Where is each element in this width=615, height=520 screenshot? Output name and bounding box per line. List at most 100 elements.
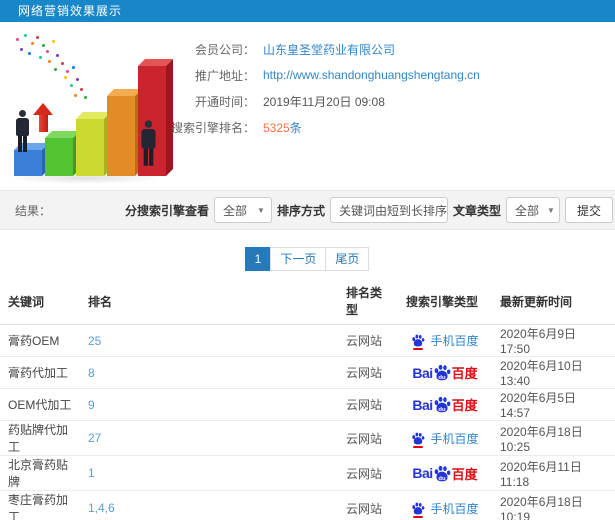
rank-type-cell: 云网站 [338, 388, 398, 421]
mobile-baidu-paw-icon [411, 432, 425, 448]
header-rank: 排名 [80, 278, 338, 325]
rank-link[interactable]: 1,4,6 [88, 501, 115, 515]
article-type-select[interactable]: 全部 ▼ [505, 197, 560, 223]
baidu-paw-icon: du [433, 465, 451, 482]
article-type-value: 全部 [514, 203, 539, 218]
mobile-baidu-logo: 手机百度 [411, 430, 479, 448]
mobile-baidu-text: 手机百度 [430, 501, 479, 516]
sort-filter-value: 关键词由短到长排序 [338, 203, 447, 218]
baidu-bai-text: Bai [412, 364, 433, 381]
baidu-bai-text: Bai [412, 465, 433, 481]
table-row: 膏药代加工 8 云网站 Bai du 百度 2020年6月10日 13:40 [0, 356, 615, 389]
marketing-chart-illustration [0, 28, 180, 188]
company-row: 会员公司： 山东皇圣堂药业有限公司 [160, 36, 480, 62]
baidu-logo: Bai du 百度 [412, 464, 477, 483]
mobile-baidu-logo: 手机百度 [411, 332, 479, 350]
table-row: 北京膏药贴牌 1 云网站 Bai du 百度 2020年6月11日 11:18 [0, 455, 615, 491]
rank-link[interactable]: 1 [88, 466, 95, 480]
rank-type-cell: 云网站 [338, 490, 398, 520]
header-engine-type: 搜索引擎类型 [398, 278, 492, 325]
open-time-label: 开通时间： [194, 94, 255, 109]
account-info-section: 会员公司： 山东皇圣堂药业有限公司 推广地址： http://www.shand… [0, 22, 615, 190]
engine-cell: 手机百度 [398, 324, 492, 357]
svg-text:du: du [438, 407, 446, 413]
keyword-cell: 北京膏药贴牌 [0, 455, 80, 491]
last-page-button[interactable]: 尾页 [325, 247, 370, 271]
filter-bar: 结果： 分搜索引擎查看 全部 ▼ 排序方式 关键词由短到长排序 ▼ 文章类型 全… [0, 190, 615, 230]
engine-cell: Bai du 百度 [398, 455, 492, 491]
next-page-button[interactable]: 下一页 [270, 247, 327, 271]
rank-type-cell: 云网站 [338, 455, 398, 491]
engine-cell: Bai du 百度 [398, 356, 492, 389]
businessman-left [16, 110, 29, 152]
baidu-logo: Bai du 百度 [412, 395, 477, 414]
mobile-baidu-paw-icon [411, 502, 425, 518]
svg-text:du: du [438, 475, 446, 481]
rank-type-cell: 云网站 [338, 356, 398, 389]
rank-type-cell: 云网站 [338, 324, 398, 357]
engine-filter-select[interactable]: 全部 ▼ [213, 197, 272, 223]
rank-link[interactable]: 9 [88, 398, 95, 412]
result-label: 结果： [15, 203, 52, 218]
promo-url-row: 推广地址： http://www.shandonghuangshengtang.… [160, 62, 480, 88]
chart-bar-green [45, 138, 73, 176]
mobile-baidu-paw-icon [411, 334, 425, 350]
rank-count-value: 5325 [263, 120, 290, 135]
keyword-cell: 枣庄膏药加工 [0, 490, 80, 520]
page-button-current[interactable]: 1 [244, 247, 272, 271]
promo-url-link[interactable]: http://www.shandonghuangshengtang.cn [263, 68, 480, 82]
results-table-body: 膏药OEM 25 云网站 手机百度 2020年6月9日 17:50 膏药代加工 … [0, 324, 615, 520]
engine-cell: 手机百度 [398, 420, 492, 456]
chart-bar-blue [14, 150, 42, 176]
update-time-cell: 2020年6月10日 13:40 [492, 356, 615, 389]
keyword-cell: 药贴牌代加工 [0, 420, 80, 456]
rank-count-label: 搜索引擎排名： [170, 120, 255, 135]
svg-text:du: du [438, 375, 446, 381]
engine-filter-value: 全部 [222, 203, 247, 218]
confetti-dots [6, 30, 9, 33]
rank-count-suffix: 条 [289, 120, 302, 135]
baidu-cn-text: 百度 [451, 466, 478, 482]
keyword-cell: OEM代加工 [0, 388, 80, 421]
page-title-bar: 网络营销效果展示 [0, 0, 615, 22]
chart-bar-orange [107, 96, 135, 176]
rank-link[interactable]: 25 [88, 334, 101, 348]
table-header-row: 关键词 排名 排名类型 搜索引擎类型 最新更新时间 [0, 278, 615, 325]
sort-filter-label: 排序方式 [276, 203, 325, 218]
baidu-cn-text: 百度 [451, 398, 478, 413]
mobile-baidu-logo: 手机百度 [411, 500, 479, 518]
submit-button[interactable]: 提交 [564, 197, 613, 223]
rank-type-cell: 云网站 [338, 420, 398, 456]
chevron-down-icon: ▼ [547, 205, 555, 215]
filter-controls: 分搜索引擎查看 全部 ▼ 排序方式 关键词由短到长排序 ▼ 文章类型 全部 ▼ … [125, 197, 613, 223]
update-time-cell: 2020年6月18日 10:25 [492, 420, 615, 456]
chevron-down-icon: ▼ [257, 205, 265, 215]
engine-cell: 手机百度 [398, 490, 492, 520]
engine-cell: Bai du 百度 [398, 388, 492, 421]
table-row: 膏药OEM 25 云网站 手机百度 2020年6月9日 17:50 [0, 324, 615, 357]
keyword-cell: 膏药代加工 [0, 356, 80, 389]
rank-link[interactable]: 8 [88, 366, 95, 380]
baidu-paw-icon: du [433, 396, 451, 413]
keyword-cell: 膏药OEM [0, 324, 80, 357]
baidu-bai-text: Bai [412, 396, 433, 413]
pagination: 1 下一页 尾页 [0, 247, 615, 271]
page-title: 网络营销效果展示 [18, 4, 123, 18]
baidu-cn-text: 百度 [451, 366, 478, 381]
rank-link[interactable]: 27 [88, 431, 101, 445]
baidu-paw-icon: du [433, 364, 451, 381]
engine-filter-label: 分搜索引擎查看 [124, 203, 209, 218]
account-fields: 会员公司： 山东皇圣堂药业有限公司 推广地址： http://www.shand… [160, 36, 480, 140]
article-type-label: 文章类型 [452, 203, 501, 218]
update-time-cell: 2020年6月11日 11:18 [492, 455, 615, 491]
company-link[interactable]: 山东皇圣堂药业有限公司 [263, 41, 395, 58]
promo-url-label: 推广地址： [194, 68, 255, 83]
header-keyword: 关键词 [0, 278, 80, 325]
mobile-baidu-text: 手机百度 [430, 431, 479, 446]
header-rank-type: 排名类型 [338, 278, 398, 325]
businessman-right [141, 120, 156, 166]
update-time-cell: 2020年6月9日 17:50 [492, 324, 615, 357]
table-row: 药贴牌代加工 27 云网站 手机百度 2020年6月18日 10:25 [0, 420, 615, 456]
chart-bar-yellow [76, 119, 104, 176]
sort-filter-select[interactable]: 关键词由短到长排序 ▼ [329, 197, 463, 223]
